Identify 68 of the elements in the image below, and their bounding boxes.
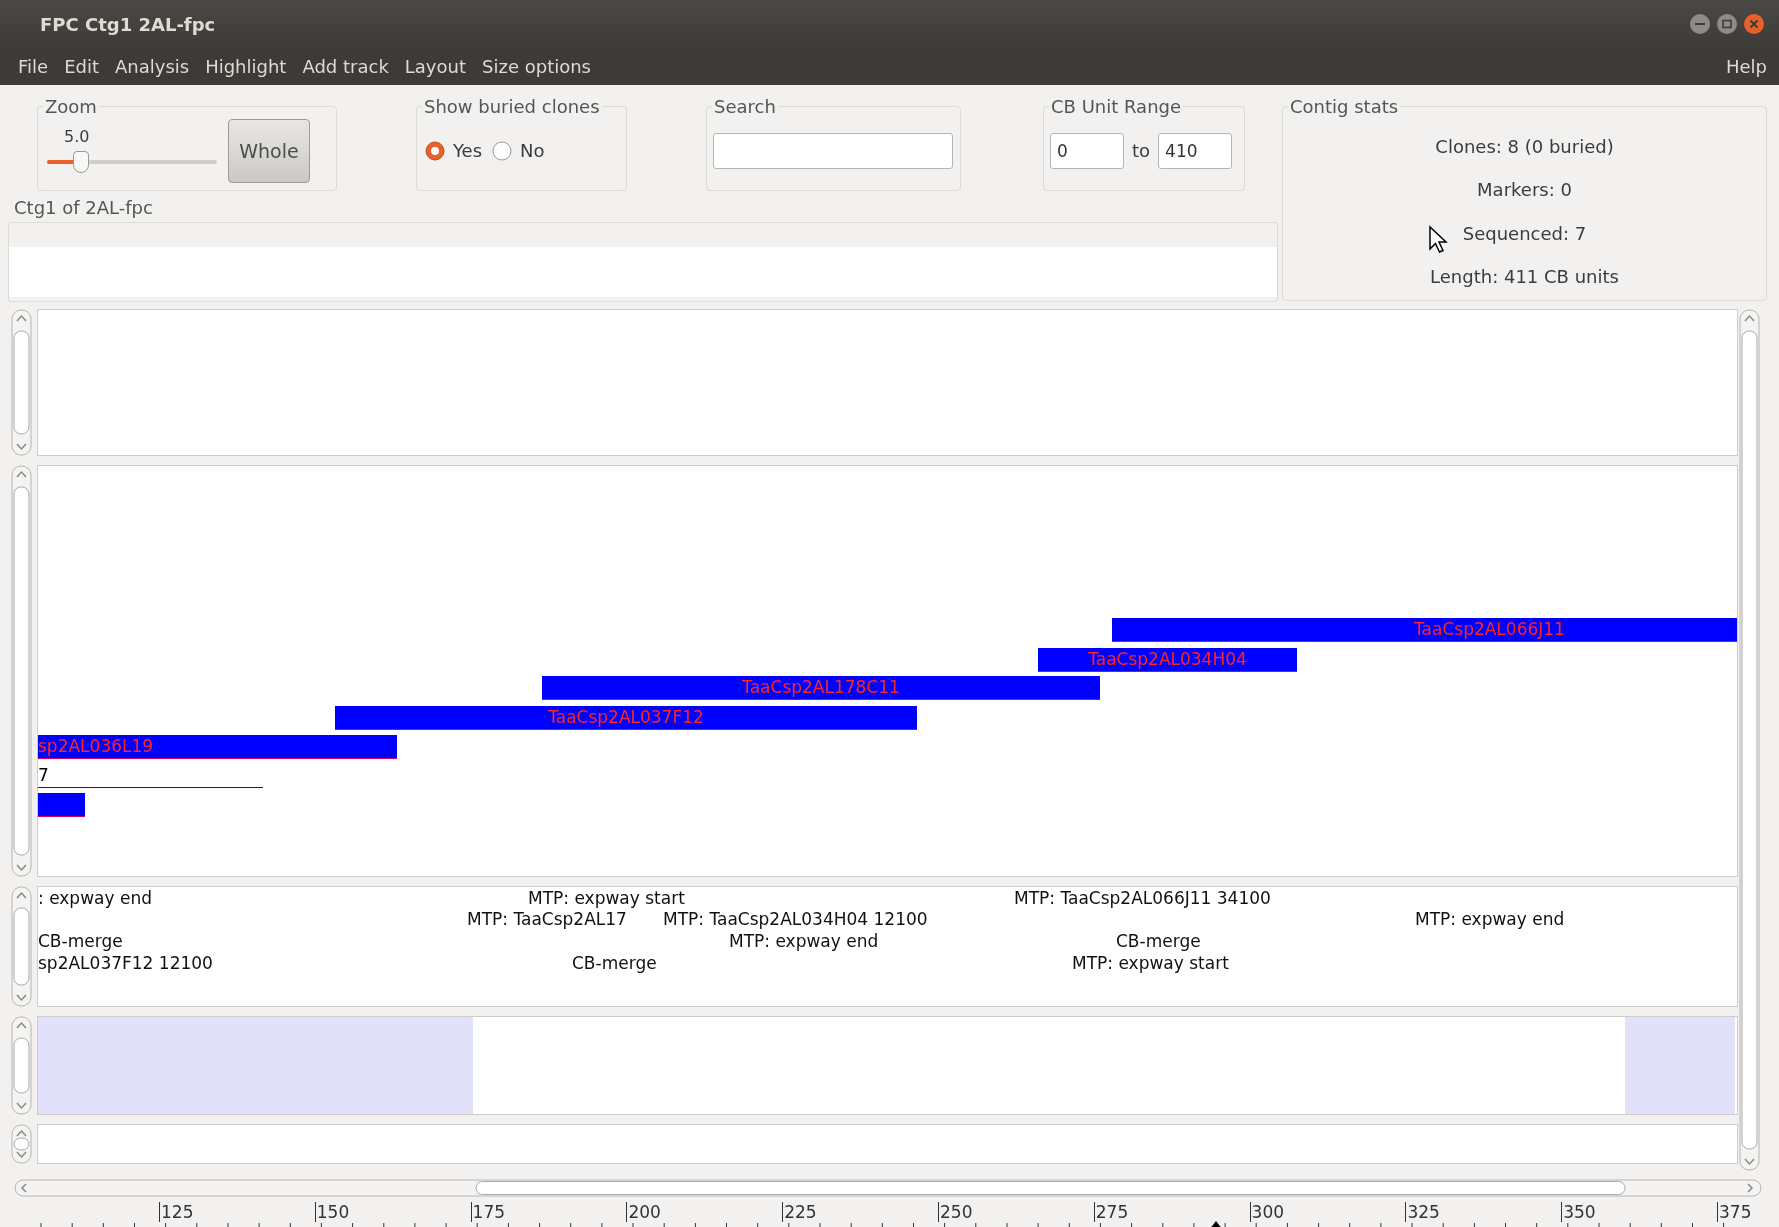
marker-label: sp2AL037F12 12100 — [38, 952, 213, 974]
radio-label: No — [520, 140, 545, 161]
ruler-label: 300 — [1249, 1202, 1285, 1222]
range-end-field[interactable]: 410 — [1158, 132, 1233, 169]
menu-item[interactable]: Analysis — [107, 52, 198, 81]
marker-label: CB-merge — [1116, 930, 1201, 952]
marker-label: MTP: TaaCsp2AL034H04 12100 — [663, 908, 928, 930]
zoom-value: 5.0 — [64, 127, 90, 146]
group-label: CB Unit Range — [1049, 96, 1184, 117]
search-field[interactable] — [713, 132, 953, 169]
maximize-button[interactable] — [1716, 13, 1738, 35]
menu-item[interactable]: Size options — [474, 52, 599, 81]
stat-text: Length: 411 CB units — [1430, 265, 1619, 287]
horizontal-scrollbar[interactable] — [14, 1179, 1764, 1197]
ruler-label: 325 — [1405, 1202, 1440, 1222]
sequence-count: 7 — [38, 765, 49, 785]
menu-item[interactable]: Layout — [396, 52, 474, 81]
ruler-label: 150 — [314, 1202, 350, 1222]
menu-item[interactable]: Edit — [56, 52, 107, 81]
menu-item[interactable]: Highlight — [197, 52, 295, 81]
whole-button[interactable]: Whole — [228, 118, 310, 183]
menu-item[interactable]: Add track — [294, 52, 397, 81]
clone-bar[interactable] — [38, 793, 85, 817]
window-title: FPC Ctg1 2AL-fpc — [40, 13, 217, 35]
range-separator: to — [1132, 140, 1151, 161]
contig-label: Ctg1 of 2AL-fpc — [14, 197, 153, 218]
ruler-label: 375 — [1717, 1202, 1752, 1222]
range-start-field[interactable]: 0 — [1050, 132, 1124, 169]
close-button[interactable] — [1743, 13, 1765, 35]
marker-label: MTP: expway end — [1415, 908, 1565, 930]
radio-button[interactable] — [425, 140, 445, 161]
group-label: Contig stats — [1288, 96, 1401, 117]
marker-label: MTP: TaaCsp2AL066J11 34100 — [1014, 887, 1271, 909]
clone-label: TaaCsp2AL066J11 — [1414, 618, 1565, 641]
slider-thumb[interactable] — [73, 151, 89, 173]
ruler-label: 175 — [470, 1202, 506, 1222]
ruler-label: 350 — [1561, 1202, 1596, 1222]
ruler-label: 225 — [782, 1202, 817, 1222]
radio-label: Yes — [453, 140, 483, 161]
marker-label: CB-merge — [572, 952, 657, 974]
stat-text: Sequenced: 7 — [1462, 222, 1587, 244]
ruler-label: 250 — [938, 1202, 973, 1222]
marker-label: MTP: expway start — [1072, 952, 1229, 974]
marker-label: : expway end — [38, 887, 152, 909]
vertical-scrollbar[interactable] — [11, 1016, 32, 1115]
ruler-label: 200 — [626, 1202, 661, 1222]
menu-item[interactable]: Help — [1717, 52, 1775, 81]
clone-label: sp2AL036L19 — [38, 735, 154, 758]
vertical-scrollbar[interactable] — [11, 1124, 32, 1164]
clone-label: TaaCsp2AL037F12 — [548, 706, 704, 729]
vertical-scrollbar[interactable] — [11, 465, 32, 877]
stat-text: Clones: 8 (0 buried) — [1435, 136, 1614, 158]
minimize-button[interactable] — [1689, 13, 1711, 35]
ruler-label: 275 — [1093, 1202, 1129, 1222]
vertical-scrollbar[interactable] — [11, 309, 32, 456]
ruler-label: 125 — [159, 1202, 194, 1222]
clone-label: TaaCsp2AL034H04 — [1088, 648, 1247, 671]
vertical-scrollbar[interactable] — [11, 886, 32, 1007]
marker-label: MTP: expway start — [528, 887, 685, 909]
radio-button[interactable] — [492, 140, 513, 161]
menu-item[interactable]: File — [10, 52, 57, 81]
pointer-cursor-icon — [1428, 225, 1448, 255]
vertical-scrollbar[interactable] — [1739, 309, 1760, 1171]
marker-label: MTP: expway end — [729, 930, 879, 952]
marker-label: MTP: TaaCsp2AL17 — [467, 908, 627, 930]
clone-label: TaaCsp2AL178C11 — [742, 676, 900, 699]
marker-label: CB-merge — [38, 930, 123, 952]
stat-text: Markers: 0 — [1477, 179, 1572, 201]
